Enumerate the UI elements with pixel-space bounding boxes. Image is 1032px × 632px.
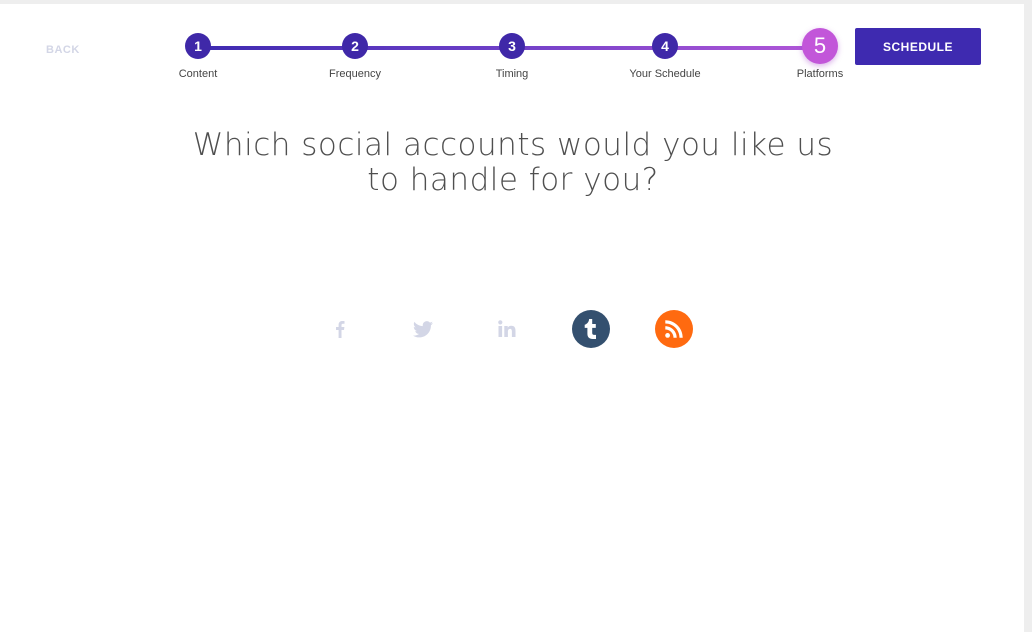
step-label: Frequency [329, 68, 381, 80]
question-line-2: to handle for you? [367, 162, 659, 198]
step-label: Timing [495, 68, 529, 80]
step-number[interactable]: 3 [499, 33, 525, 59]
step-label: Content [178, 68, 218, 80]
linkedin-icon [498, 320, 516, 338]
step-label: Your Schedule [629, 68, 701, 80]
twitter-icon [413, 320, 433, 338]
twitter-toggle[interactable] [404, 310, 442, 348]
tumblr-toggle[interactable] [572, 310, 610, 348]
step-number[interactable]: 1 [185, 33, 211, 59]
question-line-1: Which social accounts would you like us [192, 127, 834, 163]
facebook-toggle[interactable] [321, 310, 359, 348]
step-number[interactable]: 2 [342, 33, 368, 59]
step-label: Platforms [796, 68, 844, 80]
linkedin-toggle[interactable] [488, 310, 526, 348]
facebook-icon [335, 320, 345, 338]
step-number[interactable]: 4 [652, 33, 678, 59]
step-number[interactable]: 5 [802, 28, 838, 64]
wizard-panel: BACK 1 Content 2 Frequency 3 Timing 4 Yo… [0, 4, 1024, 632]
schedule-button[interactable]: SCHEDULE [855, 28, 981, 65]
tumblr-icon [584, 319, 598, 339]
page-question: Which social accounts would you like us … [180, 128, 846, 198]
rss-toggle[interactable] [655, 310, 693, 348]
back-button[interactable]: BACK [46, 44, 80, 56]
rss-icon [665, 320, 683, 338]
